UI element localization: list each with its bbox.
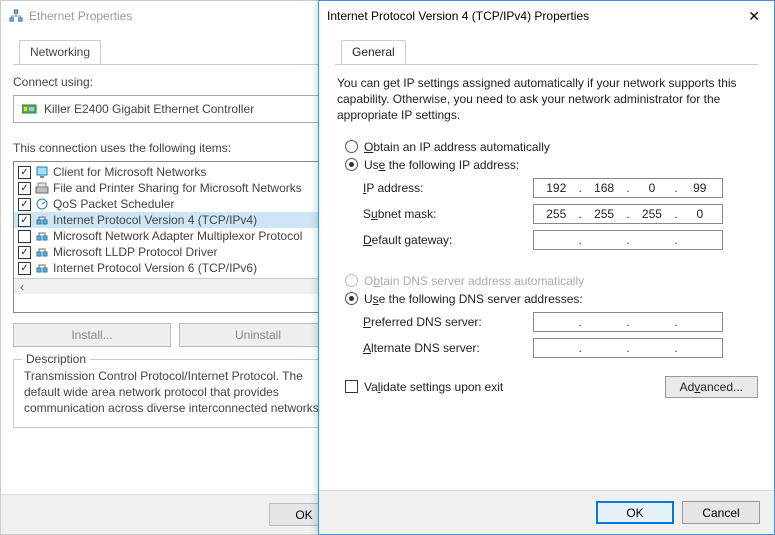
nic-icon (22, 102, 38, 116)
share-icon (35, 181, 49, 195)
advanced-button[interactable]: Advanced... (665, 376, 758, 398)
front-tabstrip: General (335, 39, 758, 65)
default-gateway-input[interactable]: ... (533, 230, 723, 250)
item-checkbox[interactable]: ✓ (18, 166, 31, 179)
item-label: Internet Protocol Version 6 (TCP/IPv6) (53, 261, 257, 275)
preferred-dns-input[interactable]: ... (533, 312, 723, 332)
items-label: This connection uses the following items… (13, 141, 337, 155)
ethernet-properties-window: Ethernet Properties Networking Connect u… (0, 0, 350, 535)
front-titlebar: Internet Protocol Version 4 (TCP/IPv4) P… (319, 1, 774, 31)
qos-icon (35, 197, 49, 211)
front-title: Internet Protocol Version 4 (TCP/IPv4) P… (327, 9, 589, 23)
front-bottom-bar: OK Cancel (319, 490, 774, 534)
item-label: File and Printer Sharing for Microsoft N… (53, 181, 302, 195)
list-item[interactable]: ✓ Client for Microsoft Networks (14, 164, 336, 180)
description-legend: Description (22, 352, 90, 366)
back-titlebar: Ethernet Properties (1, 1, 349, 31)
items-hscrollbar[interactable]: ‹ › (14, 278, 336, 294)
default-gateway-label: Default gateway: (363, 233, 533, 247)
proto-icon (35, 229, 49, 243)
list-item[interactable]: ✓ Internet Protocol Version 6 (TCP/IPv6) (14, 260, 336, 276)
proto-icon (35, 213, 49, 227)
radio-icon (345, 140, 358, 153)
item-label: QoS Packet Scheduler (53, 197, 174, 211)
back-bottom-bar: OK (1, 494, 349, 534)
list-item[interactable]: ✓ QoS Packet Scheduler (14, 196, 336, 212)
item-label: Microsoft Network Adapter Multiplexor Pr… (53, 229, 302, 243)
close-icon[interactable]: ✕ (742, 8, 766, 25)
description-text: Transmission Control Protocol/Internet P… (24, 368, 326, 417)
list-item[interactable]: ✓ Microsoft Network Adapter Multiplexor P… (14, 228, 336, 244)
back-title: Ethernet Properties (29, 9, 132, 23)
ethernet-icon (9, 9, 23, 23)
item-checkbox[interactable]: ✓ (18, 246, 31, 259)
tab-networking[interactable]: Networking (19, 40, 101, 64)
proto-icon (35, 245, 49, 259)
radio-dns-auto: Obtain DNS server address automatically (345, 274, 758, 288)
uninstall-button[interactable]: Uninstall (179, 323, 337, 347)
cancel-button[interactable]: Cancel (682, 501, 760, 524)
item-checkbox[interactable]: ✓ (18, 262, 31, 275)
list-item[interactable]: ✓ Internet Protocol Version 4 (TCP/IPv4) (14, 212, 336, 228)
ipv4-properties-window: Internet Protocol Version 4 (TCP/IPv4) P… (318, 0, 775, 535)
install-button[interactable]: Install... (13, 323, 171, 347)
list-item[interactable]: ✓ File and Printer Sharing for Microsoft … (14, 180, 336, 196)
item-checkbox[interactable]: ✓ (18, 182, 31, 195)
item-label: Client for Microsoft Networks (53, 165, 206, 179)
connect-using-label: Connect using: (13, 75, 337, 89)
radio-icon (345, 274, 358, 287)
validate-checkbox[interactable]: ✓ (345, 380, 358, 393)
validate-label: Validate settings upon exit (364, 380, 503, 394)
subnet-mask-input[interactable]: 255.255.255.0 (533, 204, 723, 224)
ip-address-label: IP address: (363, 181, 533, 195)
back-tabstrip: Networking (13, 39, 337, 65)
radio-dns-manual[interactable]: Use the following DNS server addresses: (345, 292, 758, 306)
radio-icon (345, 292, 358, 305)
ok-button[interactable]: OK (596, 501, 674, 524)
radio-ip-manual[interactable]: Use the following IP address: (345, 158, 758, 172)
client-icon (35, 165, 49, 179)
item-checkbox[interactable]: ✓ (18, 214, 31, 227)
preferred-dns-label: Preferred DNS server: (363, 315, 533, 329)
item-checkbox[interactable]: ✓ (18, 198, 31, 211)
proto-icon (35, 261, 49, 275)
item-label: Internet Protocol Version 4 (TCP/IPv4) (53, 213, 257, 227)
subnet-mask-label: Subnet mask: (363, 207, 533, 221)
alternate-dns-input[interactable]: ... (533, 338, 723, 358)
adapter-field: Killer E2400 Gigabit Ethernet Controller (13, 95, 337, 123)
alternate-dns-label: Alternate DNS server: (363, 341, 533, 355)
radio-ip-auto[interactable]: Obtain an IP address automatically (345, 140, 758, 154)
connection-items-list[interactable]: ✓ Client for Microsoft Networks ✓ File and … (13, 161, 337, 313)
ip-address-input[interactable]: 192.168.0.99 (533, 178, 723, 198)
tab-general[interactable]: General (341, 40, 406, 64)
info-text: You can get IP settings assigned automat… (337, 75, 756, 124)
scroll-left-icon[interactable]: ‹ (16, 281, 28, 293)
radio-icon (345, 158, 358, 171)
item-label: Microsoft LLDP Protocol Driver (53, 245, 218, 259)
list-item[interactable]: ✓ Microsoft LLDP Protocol Driver (14, 244, 336, 260)
adapter-name: Killer E2400 Gigabit Ethernet Controller (44, 102, 254, 116)
description-group: Description Transmission Control Protoco… (13, 359, 337, 428)
item-checkbox[interactable]: ✓ (18, 230, 31, 243)
